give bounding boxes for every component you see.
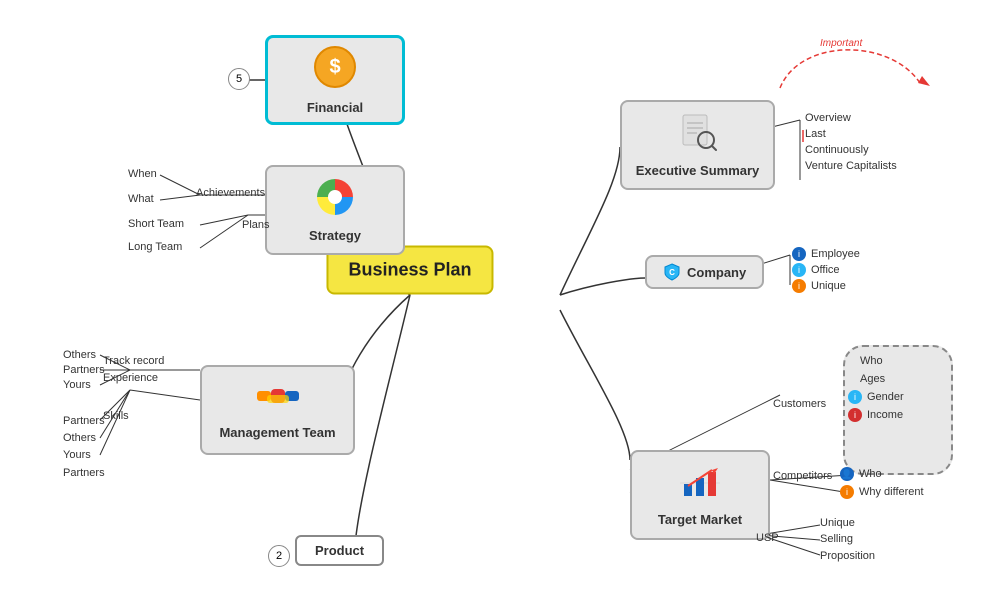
gender-item: i Gender [848,390,904,404]
who-competitors-icon: 👤 [840,467,854,481]
financial-label: Financial [307,100,363,115]
others2-label: Others [63,432,96,444]
venture-capitalists-label: Venture Capitalists [805,160,897,172]
financial-circle: 5 [228,68,250,90]
unique-company-item: i Unique [792,279,846,293]
who-competitors-item: 👤 Who [840,467,882,481]
proposition-label: Proposition [820,550,875,562]
management-node[interactable]: Management Team [200,365,355,455]
executive-icon [679,113,717,159]
executive-node[interactable]: Executive Summary [620,100,775,190]
competitors-label: Competitors [773,470,832,482]
partners2-label: Partners [63,415,105,427]
product-node[interactable]: Product [295,535,384,566]
company-shield-icon: C [663,263,681,281]
ages-label: Ages [860,373,885,385]
financial-icon: $ [314,46,356,96]
product-label: Product [315,543,364,558]
income-item: i Income [848,408,903,422]
experience-label: Experience [103,372,158,384]
target-market-icon [680,464,720,508]
office-icon: i [792,263,806,277]
skills-label: Skills [103,410,129,422]
what-label: What [128,193,154,205]
yours1-label: Yours [63,379,91,391]
customers-label: Customers [773,398,826,410]
important-svg: Important [770,28,950,108]
overview-label: Overview [805,112,851,124]
others1-label: Others [63,349,96,361]
long-team-label: Long Team [128,241,182,253]
svg-text:Important: Important [820,38,863,49]
gender-icon: i [848,390,862,404]
partners3-label: Partners [63,467,105,479]
unique-usp-label: Unique [820,517,855,529]
unique-company-icon: i [792,279,806,293]
selling-label: Selling [820,533,853,545]
company-label: Company [687,265,746,280]
usp-label: USP [756,532,779,544]
product-circle: 2 [268,545,290,567]
partners1-label: Partners [63,364,105,376]
company-node[interactable]: C Company [645,255,764,289]
why-different-item: i Why different [840,485,924,499]
employee-icon: i [792,247,806,261]
office-item: i Office [792,263,840,277]
strategy-label: Strategy [309,228,361,243]
yours2-label: Yours [63,449,91,461]
management-label: Management Team [219,425,335,440]
strategy-node[interactable]: Strategy [265,165,405,255]
center-label: Business Plan [348,260,471,280]
plans-label: Plans [242,219,270,231]
achievements-label: Achievements [196,187,265,199]
strategy-icon [316,178,354,224]
management-icon [257,381,299,421]
executive-label: Executive Summary [636,163,760,178]
employee-item: i Employee [792,247,860,261]
continuously-label: Continuously [805,144,869,156]
target-market-node[interactable]: Target Market [630,450,770,540]
income-icon: i [848,408,862,422]
last-label: Last [805,128,826,140]
target-market-label: Target Market [658,512,742,527]
financial-node[interactable]: $ Financial [265,35,405,125]
mindmap-container: Business Plan $ Financial 5 [0,0,989,607]
when-label: When [128,168,157,180]
svg-text:$: $ [329,56,340,78]
why-different-icon: i [840,485,854,499]
who-customers-label: Who [860,355,883,367]
short-team-label: Short Team [128,218,184,230]
svg-text:C: C [669,268,675,277]
track-record-label: Track record [103,355,164,367]
